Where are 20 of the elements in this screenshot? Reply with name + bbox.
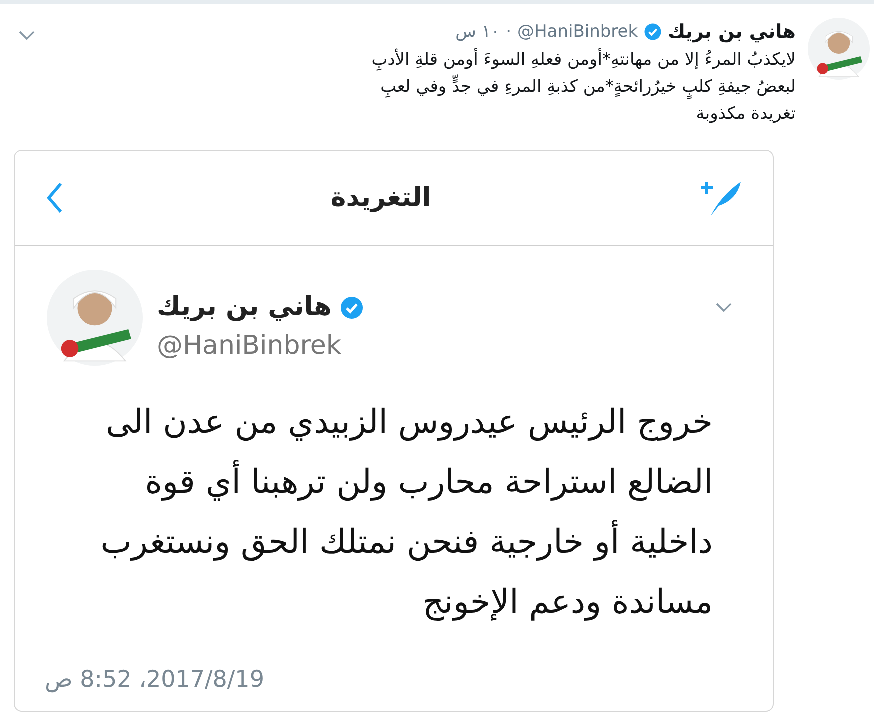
user-handle: @HaniBinbrek [157, 330, 342, 363]
user-name[interactable]: هاني بن بريك [668, 18, 796, 46]
chevron-down-icon[interactable] [18, 30, 36, 42]
chevron-down-icon[interactable] [715, 302, 733, 314]
tweet-text: مساندة ودعم الإخونج [422, 581, 713, 623]
avatar-icon [47, 270, 143, 366]
tweet-text: خروج الرئيس عيدروس الزبيدي من عدن الى [106, 401, 713, 443]
tweet-time[interactable]: ١٠ س [456, 20, 500, 45]
separator-dot: · [506, 20, 512, 44]
user-name: هاني بن بريك [157, 291, 332, 324]
header-title: التغريدة [330, 182, 432, 214]
tweet-text: تغريدة مكذوبة [696, 102, 796, 126]
tweet-text: لبعضُ جيفةِ كلبٍ خيرُرائحةٍ*من كذبةِ المرءِ في جدٍّ وفي لعبِ [380, 74, 796, 100]
tweet-timestamp: 2017/8/19، 8:52 ص [45, 666, 264, 695]
tweet-text: داخلية أو خارجية فنحن نمتلك الحق ونستغرب [100, 519, 713, 563]
avatar-icon [808, 18, 870, 80]
tweet-text: لايكذبُ المرءُ إلا من مهانتهِ*أومن فعلهِ السوءَ أومن قلةِ الأدبِ [372, 47, 796, 73]
user-handle[interactable]: @HaniBinbrek [518, 20, 638, 45]
tweet-text: الضالع استراحة محارب ولن ترهبنا أي قوة [145, 459, 713, 503]
back-chevron-icon[interactable] [45, 182, 65, 214]
